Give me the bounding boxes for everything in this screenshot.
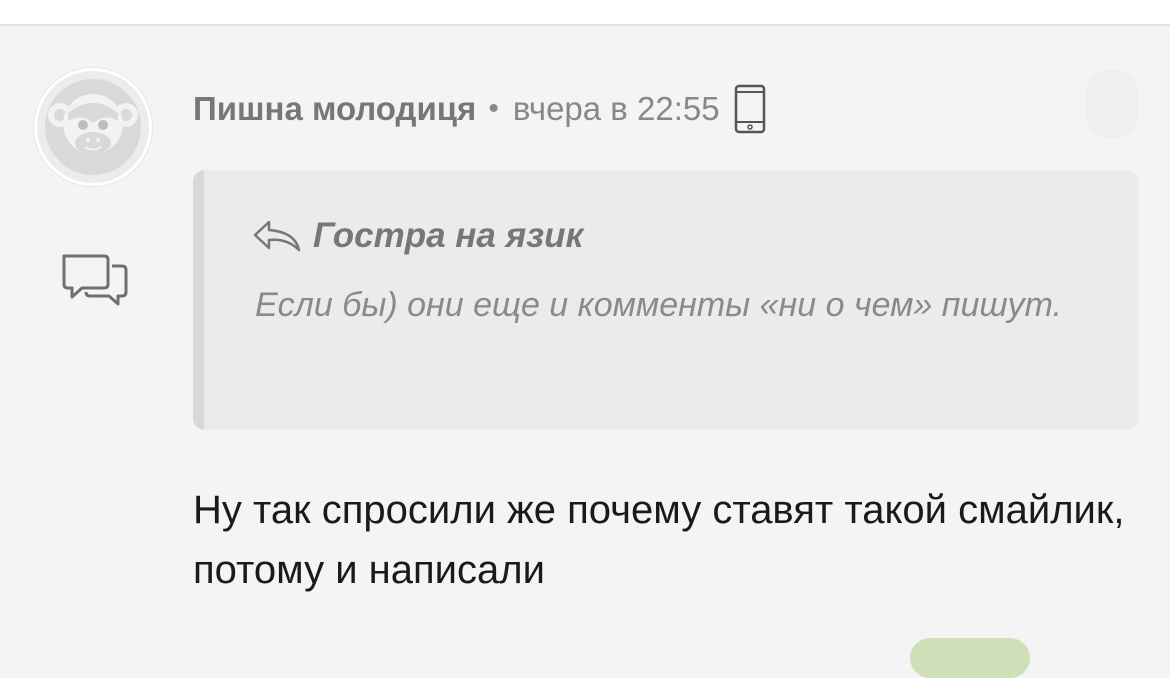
reply-arrow-icon <box>253 220 301 252</box>
smartphone-icon <box>734 84 765 134</box>
author-name[interactable]: Пишна молодиця <box>193 90 476 128</box>
quote-text: Если бы) они еще и комменты «ни о чем» п… <box>255 286 1062 324</box>
quoted-comment[interactable]: Гостра на язик Если бы) они еще и коммен… <box>193 170 1139 430</box>
comment-menu-button[interactable] <box>1086 70 1138 138</box>
quote-header: Гостра на язик <box>251 216 583 256</box>
chat-bubbles-icon[interactable] <box>60 252 130 308</box>
quote-bar <box>193 170 204 430</box>
meta-separator: • <box>488 92 499 125</box>
comment-card: Пишна молодиця • вчера в 22:55 Гостра на… <box>0 44 1170 678</box>
comment-meta: Пишна молодиця • вчера в 22:55 <box>193 84 766 134</box>
comment-time: вчера в 22:55 <box>512 90 720 127</box>
reaction-button[interactable] <box>910 638 1030 678</box>
author-avatar[interactable] <box>34 68 152 186</box>
comment-body: Ну так спросили же почему ставят такой с… <box>193 488 1125 592</box>
previous-card <box>0 0 1170 26</box>
quote-author: Гостра на язик <box>313 216 584 255</box>
monkey-icon <box>45 79 141 175</box>
